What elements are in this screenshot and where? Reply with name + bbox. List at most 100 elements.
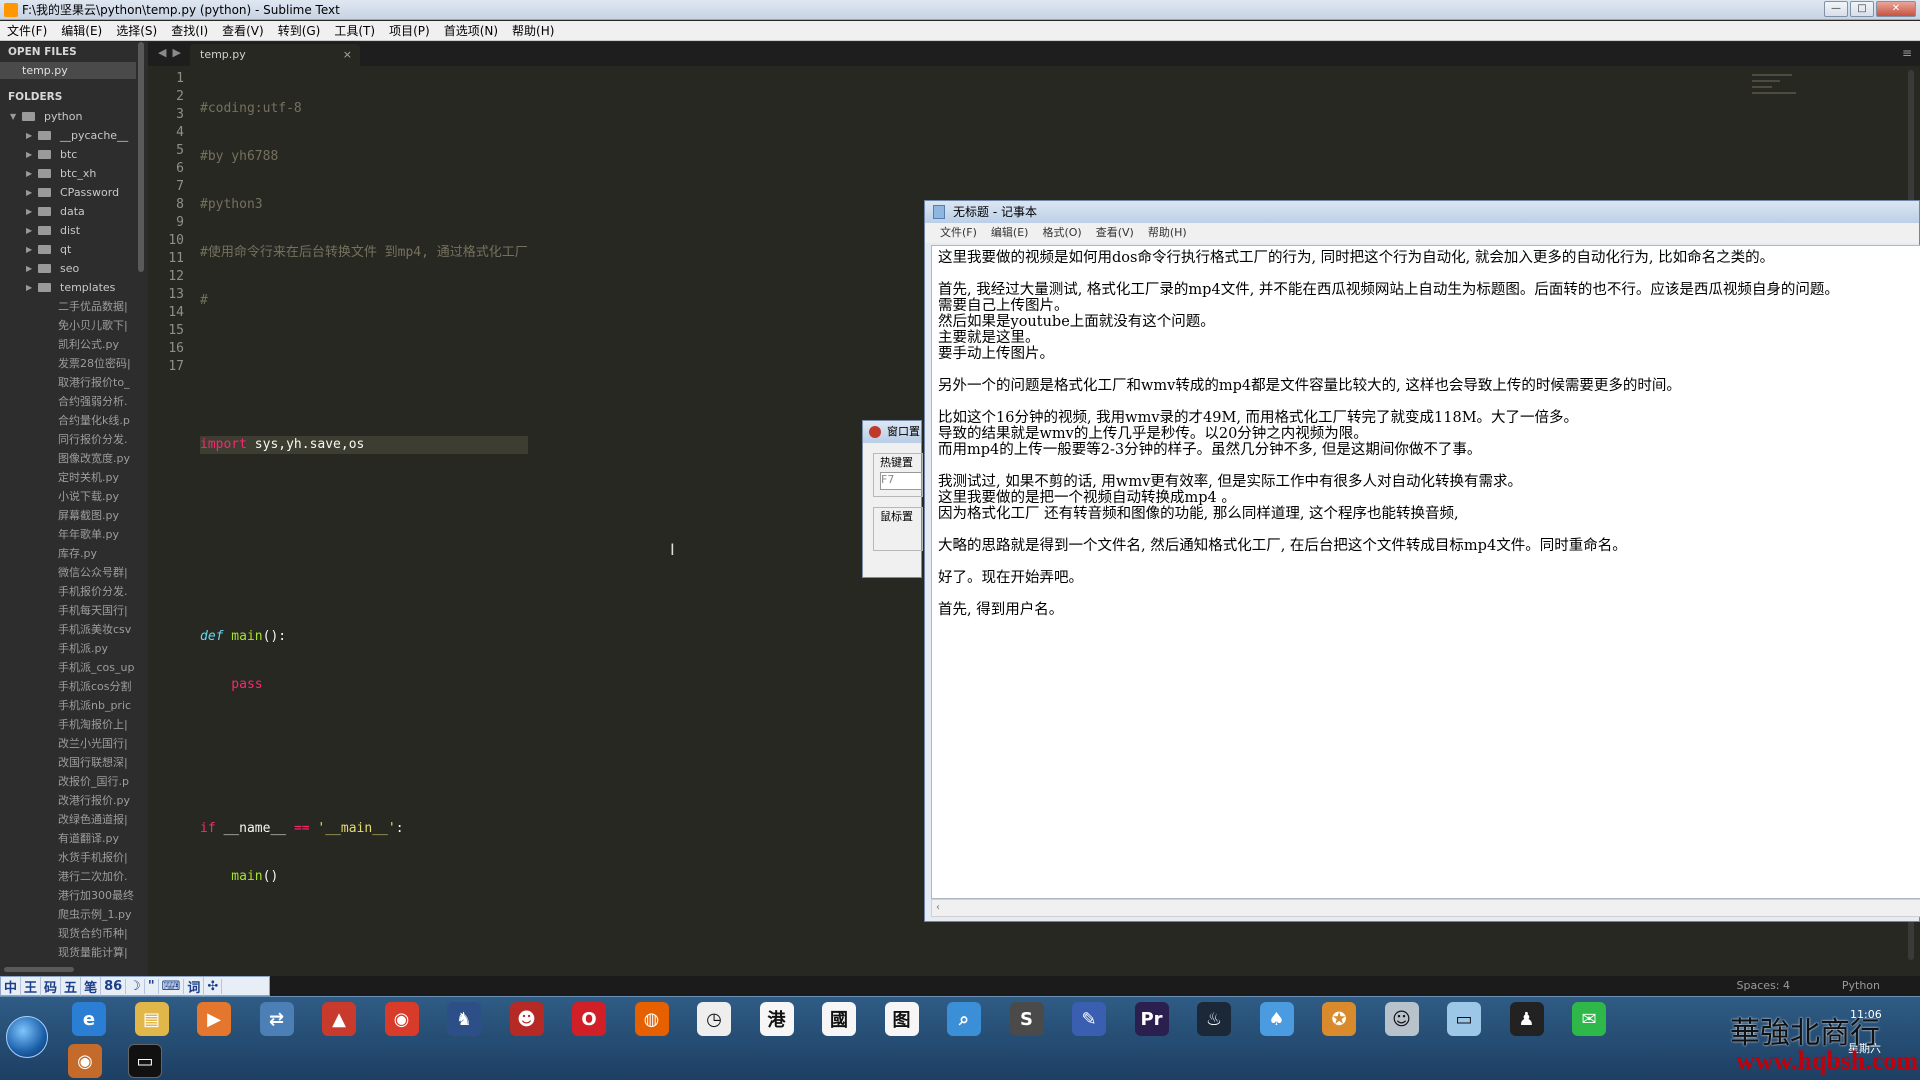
file-item[interactable]: 免小贝儿歌下| [0, 316, 148, 335]
file-item[interactable]: 改港行报价.py [0, 791, 148, 810]
hotkey-field[interactable]: F7 [880, 472, 922, 490]
game-badge-icon[interactable]: ✪ [1322, 1002, 1356, 1036]
file-item[interactable]: 改绿色通道报| [0, 810, 148, 829]
file-item[interactable]: 现货量能计算| [0, 943, 148, 962]
ime-button[interactable]: ⌨ [159, 978, 185, 994]
folder-item[interactable]: ▶ CPassword [0, 183, 148, 202]
explorer-icon[interactable]: ▤ [134, 1002, 169, 1036]
menu-item[interactable]: 帮助(H) [505, 21, 561, 40]
menu-item[interactable]: 项目(P) [382, 21, 437, 40]
file-item[interactable]: 微信公众号群| [0, 563, 148, 582]
angry-bird-icon[interactable]: ☻ [509, 1002, 544, 1036]
file-item[interactable]: 取港行报价to_ [0, 373, 148, 392]
file-item[interactable]: 屏幕截图.py [0, 506, 148, 525]
network-icon[interactable]: ⇄ [259, 1002, 294, 1036]
menu-item[interactable]: 选择(S) [109, 21, 164, 40]
sidebar-scrollbar[interactable] [138, 42, 144, 272]
file-item[interactable]: 现货合约币种| [0, 924, 148, 943]
qq-icon[interactable]: ♟ [1509, 1002, 1544, 1036]
folder-item[interactable]: ▶ qt [0, 240, 148, 259]
folder-item[interactable]: ▶ templates [0, 278, 148, 297]
file-item[interactable]: 手机派美妆csv [0, 620, 148, 639]
tab-close-icon[interactable]: × [343, 44, 352, 66]
file-item[interactable]: 小说下载.py [0, 487, 148, 506]
open-file-item[interactable]: temp.py [0, 62, 136, 79]
ime-button[interactable]: 码 [41, 976, 62, 996]
folder-item[interactable]: ▶ btc_xh [0, 164, 148, 183]
file-item[interactable]: 水货手机报价| [0, 848, 148, 867]
maximize-button[interactable]: □ [1850, 1, 1874, 17]
menu-item[interactable]: 工具(T) [327, 21, 382, 40]
ime-button[interactable]: 王 [21, 976, 42, 996]
opera-icon[interactable]: O [572, 1002, 606, 1036]
notepad-menu-item[interactable]: 格式(O) [1035, 223, 1088, 243]
close-button[interactable]: ✕ [1876, 1, 1916, 17]
start-button[interactable] [6, 1016, 48, 1058]
file-item[interactable]: 改兰小光国行| [0, 734, 148, 753]
folder-item[interactable]: ▶ dist [0, 221, 148, 240]
file-item[interactable]: 手机派.py [0, 639, 148, 658]
file-item[interactable]: 年年歌单.py [0, 525, 148, 544]
hk-icon[interactable]: 港 [759, 1002, 794, 1036]
app-red-green-icon[interactable]: ▲ [322, 1002, 356, 1036]
search-tool-icon[interactable]: ⌕ [947, 1002, 981, 1036]
chrome-icon[interactable]: ◉ [384, 1002, 419, 1036]
file-item[interactable]: 改报价_国行.p [0, 772, 148, 791]
file-item[interactable]: 有道翻译.py [0, 829, 148, 848]
file-item[interactable]: 库存.py [0, 544, 148, 563]
notepad-text-area[interactable]: 这里我要做的视频是如何用dos命令行执行格式工厂的行为, 同时把这个行为自动化,… [931, 245, 1920, 899]
ie-icon[interactable]: e [72, 1002, 106, 1036]
notepad-menu-item[interactable]: 编辑(E) [984, 223, 1036, 243]
file-item[interactable]: 图像改宽度.py [0, 449, 148, 468]
file-item[interactable]: 同行报价分发. [0, 430, 148, 449]
notepad-menu-item[interactable]: 帮助(H) [1141, 223, 1194, 243]
file-item[interactable]: 手机淘报价上| [0, 715, 148, 734]
ime-button[interactable]: ☽ [126, 978, 145, 994]
ime-button[interactable]: ✣ [204, 978, 223, 994]
file-item[interactable]: 手机派_cos_up [0, 658, 148, 677]
file-item[interactable]: 手机派nb_pric [0, 696, 148, 715]
notepad-icon[interactable]: ▭ [1447, 1002, 1481, 1036]
notepad-menu-item[interactable]: 文件(F) [933, 223, 984, 243]
notepad-horizontal-scrollbar[interactable]: ‹ [931, 899, 1920, 917]
file-item[interactable]: 港行二次加价. [0, 867, 148, 886]
tab-temp-py[interactable]: temp.py × [190, 44, 360, 66]
pinned-app-icon[interactable]: ◉ [68, 1044, 102, 1078]
ime-button[interactable]: " [145, 978, 159, 994]
file-item[interactable]: 手机报价分发. [0, 582, 148, 601]
command-prompt-icon[interactable]: ▭ [128, 1044, 162, 1078]
file-item[interactable]: 凯利公式.py [0, 335, 148, 354]
premiere-icon[interactable]: Pr [1134, 1002, 1169, 1036]
media-player-icon[interactable]: ▶ [197, 1002, 231, 1036]
file-item[interactable]: 手机派cos分割 [0, 677, 148, 696]
indent-setting[interactable]: Spaces: 4 [1737, 976, 1790, 996]
folder-item[interactable]: ▶ data [0, 202, 148, 221]
sublime-text-icon[interactable]: S [1009, 1002, 1044, 1036]
menu-item[interactable]: 查找(I) [164, 21, 215, 40]
file-item[interactable]: 定时关机.py [0, 468, 148, 487]
menu-item[interactable]: 首选项(N) [437, 21, 505, 40]
country-icon[interactable]: 國 [822, 1002, 856, 1036]
minimize-button[interactable]: — [1824, 1, 1848, 17]
file-item[interactable]: 二手优品数据| [0, 297, 148, 316]
cat-icon[interactable]: ♞ [447, 1002, 481, 1036]
file-item[interactable]: 合约量化k线.p [0, 411, 148, 430]
menu-item[interactable]: 转到(G) [271, 21, 328, 40]
file-item[interactable]: 手机每天国行| [0, 601, 148, 620]
folder-item[interactable]: ▶ __pycache__ [0, 126, 148, 145]
menu-item[interactable]: 文件(F) [0, 21, 54, 40]
tab-nav-arrows-icon[interactable]: ◀▶ [158, 46, 187, 59]
paint-icon[interactable]: ✎ [1072, 1002, 1106, 1036]
qq-games-icon[interactable]: ♠ [1259, 1002, 1294, 1036]
file-item[interactable]: 港行加300最终 [0, 886, 148, 905]
image-icon[interactable]: 图 [884, 1002, 919, 1036]
folder-item[interactable]: ▶ btc [0, 145, 148, 164]
code-area[interactable]: #coding:utf-8 #by yh6788 #python3 #使用命令行… [200, 70, 528, 916]
file-item[interactable]: 发票28位密码| [0, 354, 148, 373]
ime-button[interactable]: 中 [1, 976, 22, 996]
clock-icon[interactable]: ◷ [697, 1002, 731, 1036]
sidebar-horizontal-scrollbar[interactable] [4, 967, 74, 972]
folder-root[interactable]: ▼ python [0, 107, 148, 126]
firefox-icon[interactable]: ◍ [634, 1002, 669, 1036]
file-item[interactable]: 改国行联想深| [0, 753, 148, 772]
